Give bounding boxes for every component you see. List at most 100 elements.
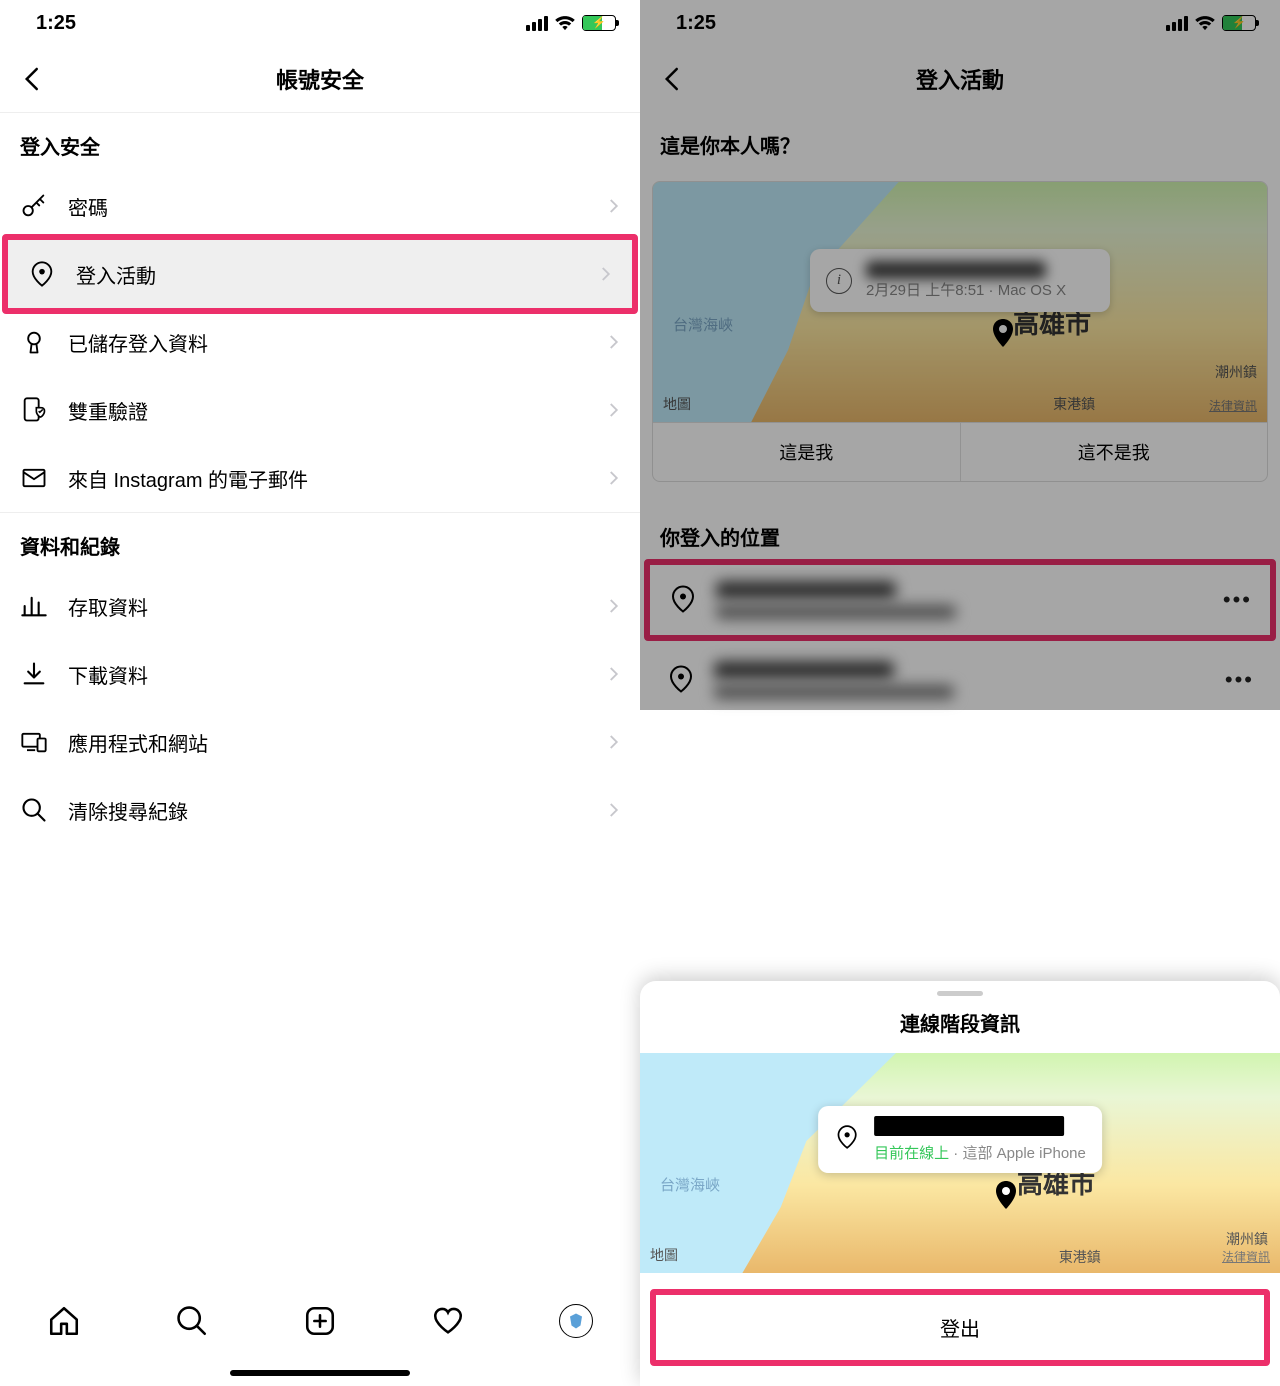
location-pin-icon [26,258,58,290]
row-password[interactable]: 密碼 [0,172,640,240]
back-icon[interactable] [658,64,688,94]
sea-label: 台灣海峽 [673,314,733,335]
label: 已儲存登入資料 [68,328,586,357]
row-login-activity[interactable]: 登入活動 [8,240,632,308]
section-login-security: 登入安全 [0,113,640,172]
login-card: 台灣海峽 高雄市 潮州鎮 東港鎮 地圖 法律資訊 i 2月29日 上午8:51 … [652,181,1268,482]
label: 清除搜尋紀錄 [68,796,586,825]
status-time: 1:25 [36,12,76,35]
town-label-2: 東港鎮 [1053,394,1095,414]
nav-header: 帳號安全 [0,46,640,112]
highlight-login-activity: 登入活動 [2,234,638,314]
apple-maps-label: 地圖 [663,394,691,414]
label: 下載資料 [68,660,586,689]
legal-link[interactable]: 法律資訊 [1222,1248,1270,1265]
highlight-location-row: ••• [644,559,1276,641]
status-bar: 1:25 ⚡ [640,0,1280,46]
wifi-icon [1194,15,1216,31]
login-info-bubble: i 2月29日 上午8:51 · Mac OS X [810,249,1110,312]
location-pin-icon [834,1124,860,1155]
info-icon: i [826,268,852,294]
chevron-right-icon [604,401,622,419]
section-data-history: 資料和紀錄 [0,513,640,572]
location-texts [714,661,1209,699]
chevron-right-icon [596,265,614,283]
status-icons: ⚡ [526,15,616,31]
status-icons: ⚡ [1166,15,1256,31]
logout-button[interactable]: 登出 [656,1295,1264,1360]
map-pin-icon [994,1181,1018,1211]
row-access-data[interactable]: 存取資料 [0,572,640,640]
chevron-right-icon [604,733,622,751]
label: 存取資料 [68,592,586,621]
row-saved-login[interactable]: 已儲存登入資料 [0,308,640,376]
label: 登入活動 [76,260,578,289]
cellular-icon [1166,16,1188,31]
redacted-location [714,661,894,679]
location-pin-icon [668,584,700,616]
session-info-sheet: 連線階段資訊 台灣海峽 高雄市 潮州鎮 東港鎮 地圖 法律資訊 目前在線上 · … [640,981,1280,1386]
town-label-2: 東港鎮 [1059,1247,1101,1267]
login-time-device: 2月29日 上午8:51 · Mac OS X [866,279,1066,300]
wifi-icon [554,15,576,31]
label: 密碼 [68,192,586,221]
left-phone: 1:25 ⚡ 帳號安全 登入安全 密碼 登入活動 已儲存登入資料 雙重驗證 [0,0,640,1386]
highlight-logout: 登出 [650,1289,1270,1366]
status-time: 1:25 [676,12,716,35]
page-title: 帳號安全 [276,63,364,95]
row-download-data[interactable]: 下載資料 [0,640,640,708]
back-icon[interactable] [18,64,48,94]
chevron-right-icon [604,597,622,615]
page-title: 登入活動 [916,63,1004,95]
chevron-right-icon [604,469,622,487]
town-label-1: 潮州鎮 [1215,362,1257,382]
sea-label: 台灣海峽 [660,1174,720,1195]
home-icon[interactable] [47,1304,81,1338]
sheet-map[interactable]: 台灣海峽 高雄市 潮州鎮 東港鎮 地圖 法律資訊 目前在線上 · 這部 Appl… [640,1053,1280,1273]
row-apps-websites[interactable]: 應用程式和網站 [0,708,640,776]
town-label-1: 潮州鎮 [1226,1229,1268,1249]
more-dots-icon[interactable]: ••• [1223,587,1252,613]
chevron-right-icon [604,801,622,819]
location-texts [716,581,1207,619]
chevron-right-icon [604,665,622,683]
session-status: 目前在線上 · 這部 Apple iPhone [874,1142,1086,1163]
row-clear-search[interactable]: 清除搜尋紀錄 [0,776,640,844]
search-tab-icon[interactable] [175,1304,209,1338]
tab-bar [0,1286,640,1386]
download-icon [18,658,50,690]
right-phone: 1:25 ⚡ 登入活動 這是你本人嗎？ 台灣海峽 高雄市 潮州鎮 東港鎮 地圖 … [640,0,1280,1386]
add-post-icon[interactable] [303,1304,337,1338]
where-logged-in-title: 你登入的位置 [640,504,1280,563]
legal-link[interactable]: 法律資訊 [1209,397,1257,414]
chevron-right-icon [604,333,622,351]
devices-icon [18,726,50,758]
more-dots-icon[interactable]: ••• [1225,667,1254,693]
search-icon [18,794,50,826]
location-row[interactable]: ••• [650,565,1270,635]
redacted-location [874,1116,1064,1136]
label: 來自 Instagram 的電子郵件 [68,464,586,493]
sheet-handle[interactable] [937,991,983,996]
confirm-buttons: 這是我 這不是我 [653,422,1267,481]
row-two-factor[interactable]: 雙重驗證 [0,376,640,444]
row-emails-from-instagram[interactable]: 來自 Instagram 的電子郵件 [0,444,640,512]
redacted-location [866,261,1046,279]
redacted-detail [714,685,954,699]
cellular-icon [526,16,548,31]
this-was-me-button[interactable]: 這是我 [653,423,961,481]
label: 雙重驗證 [68,396,586,425]
online-status: 目前在線上 [874,1145,949,1162]
location-row[interactable]: ••• [648,645,1272,715]
key-icon [18,190,50,222]
map[interactable]: 台灣海峽 高雄市 潮州鎮 東港鎮 地圖 法律資訊 i 2月29日 上午8:51 … [653,182,1267,422]
session-bubble: 目前在線上 · 這部 Apple iPhone [818,1106,1102,1173]
this-wasnt-me-button[interactable]: 這不是我 [961,423,1268,481]
redacted-detail [716,605,956,619]
is-this-you-title: 這是你本人嗎？ [640,112,1280,171]
profile-icon[interactable] [559,1304,593,1338]
location-pin-icon [666,664,698,696]
mail-icon [18,462,50,494]
bar-chart-icon [18,590,50,622]
heart-icon[interactable] [431,1304,465,1338]
